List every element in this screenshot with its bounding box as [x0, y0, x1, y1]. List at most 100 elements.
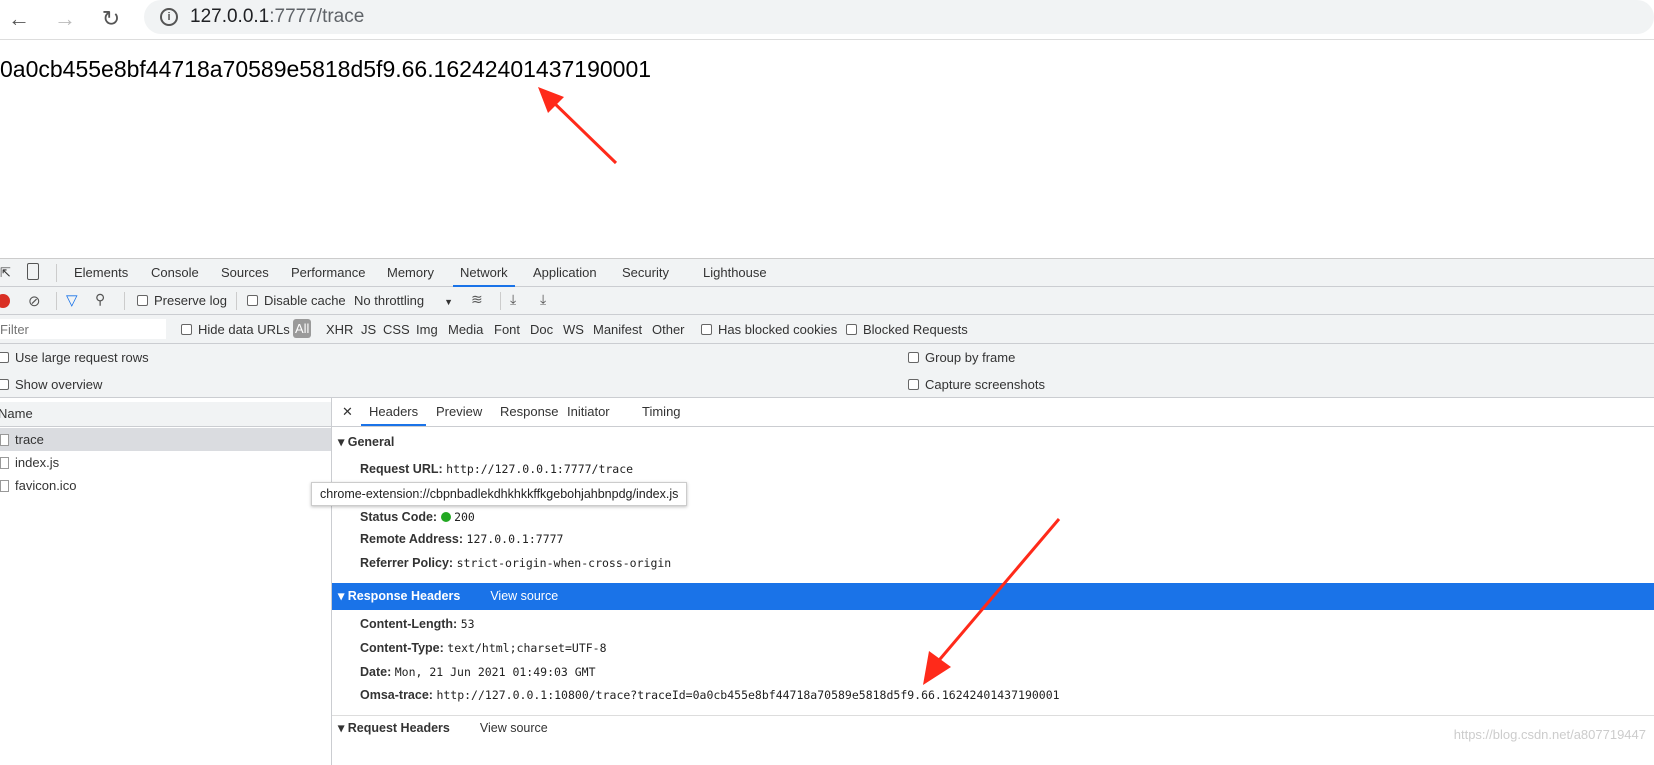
filter-type-xhr[interactable]: XHR [326, 322, 353, 337]
capture-screenshots-checkbox[interactable]: Capture screenshots [908, 377, 1045, 392]
search-icon[interactable]: ⚲ [95, 291, 105, 308]
large-rows-label: Use large request rows [15, 350, 149, 365]
response-headers-section-header[interactable]: ▾ Response Headers View source [332, 583, 1654, 610]
throttling-value: No throttling [354, 293, 425, 308]
blocked-requests-checkbox[interactable]: Blocked Requests [846, 322, 968, 337]
detail-tab-initiator[interactable]: Initiator [567, 398, 610, 426]
header-value: Mon, 21 Jun 2021 01:49:03 GMT [394, 665, 596, 679]
tab-application[interactable]: Application [533, 259, 597, 287]
tooltip: chrome-extension://cbpnbadlekdhkhkkffkge… [311, 482, 688, 506]
detail-tab-bar: ✕ Headers Preview Response Initiator Timing [332, 398, 1654, 427]
detail-tab-preview[interactable]: Preview [436, 398, 482, 426]
file-icon [0, 457, 9, 469]
address-bar[interactable]: i 127.0.0.1:7777/trace [144, 0, 1654, 34]
record-icon[interactable] [0, 294, 10, 308]
close-icon[interactable]: ✕ [342, 404, 353, 420]
tab-network[interactable]: Network [453, 259, 515, 287]
general-section-header[interactable]: ▾ General [338, 434, 1654, 449]
disable-cache-checkbox[interactable]: Disable cache [247, 293, 346, 308]
filter-type-all[interactable]: All [293, 319, 312, 338]
filter-type-css[interactable]: CSS [383, 322, 410, 337]
filter-input[interactable] [0, 319, 166, 339]
disable-cache-label: Disable cache [264, 293, 346, 308]
network-settings: Use large request rows Show overview Gro… [0, 344, 1654, 398]
capture-screenshots-label: Capture screenshots [925, 377, 1045, 392]
header-name: Referrer Policy: [360, 556, 454, 570]
filter-type-img[interactable]: Img [416, 322, 438, 337]
devtools-tab-bar: ⇱ Elements Console Sources Performance Memor… [0, 259, 1654, 287]
export-har-icon[interactable]: ⤓ [540, 291, 546, 308]
header-value: http://127.0.0.1:10800/trace?traceId=0a0… [436, 688, 1060, 702]
request-row[interactable]: index.js [0, 451, 331, 474]
request-list: Name trace index.js favicon.ico [0, 398, 332, 765]
device-toolbar-icon[interactable] [27, 263, 39, 280]
request-view-source-link[interactable]: View source [480, 721, 548, 735]
tab-memory[interactable]: Memory [387, 259, 434, 287]
file-icon [0, 434, 9, 446]
header-value: 53 [460, 617, 475, 631]
request-headers-title: Request Headers [347, 721, 450, 735]
detail-tab-headers[interactable]: Headers [361, 398, 427, 426]
filter-type-font[interactable]: Font [494, 322, 520, 337]
filter-type-ws[interactable]: WS [563, 322, 584, 337]
network-toolbar: ⊘ ▽ ⚲ Preserve log Disable cache No thro… [0, 287, 1654, 315]
tab-elements[interactable]: Elements [74, 259, 128, 287]
annotation-arrow-icon [538, 87, 618, 165]
filter-type-manifest[interactable]: Manifest [593, 322, 642, 337]
request-details: ✕ Headers Preview Response Initiator Timing … [332, 398, 1654, 765]
filter-type-doc[interactable]: Doc [530, 322, 553, 337]
blocked-requests-label: Blocked Requests [863, 322, 968, 337]
tab-lighthouse[interactable]: Lighthouse [703, 259, 767, 287]
detail-tab-timing[interactable]: Timing [642, 398, 681, 426]
preserve-log-label: Preserve log [154, 293, 227, 308]
import-har-icon[interactable]: ⤓ [510, 291, 516, 308]
general-header-row: Status Code: 200 [360, 510, 475, 524]
has-blocked-cookies-checkbox[interactable]: Has blocked cookies [701, 322, 837, 337]
tab-sources[interactable]: Sources [221, 259, 269, 287]
header-name: Status Code: [360, 510, 438, 524]
filter-type-js[interactable]: JS [361, 322, 376, 337]
filter-type-other[interactable]: Other [652, 322, 685, 337]
tab-console[interactable]: Console [151, 259, 199, 287]
tab-performance[interactable]: Performance [291, 259, 365, 287]
inspect-element-icon[interactable]: ⇱ [0, 265, 11, 281]
preserve-log-checkbox[interactable]: Preserve log [137, 293, 227, 308]
large-rows-checkbox[interactable]: Use large request rows [0, 350, 149, 365]
detail-tab-response[interactable]: Response [500, 398, 559, 426]
group-by-frame-label: Group by frame [925, 350, 1016, 365]
general-title: General [347, 435, 395, 449]
filter-icon[interactable]: ▽ [66, 291, 78, 309]
info-icon[interactable]: i [160, 8, 178, 26]
name-header-label: Name [0, 406, 33, 421]
group-by-frame-checkbox[interactable]: Group by frame [908, 350, 1015, 365]
url-text: 127.0.0.1:7777/trace [190, 6, 364, 28]
response-header-row: Content-Length: 53 [360, 617, 475, 631]
filter-type-media[interactable]: Media [448, 322, 483, 337]
name-column-header[interactable]: Name [0, 402, 331, 427]
header-value: 127.0.0.1:7777 [466, 532, 564, 546]
network-conditions-icon[interactable]: ≋ [471, 291, 483, 308]
request-row[interactable]: trace [0, 428, 331, 451]
forward-button[interactable]: → [50, 4, 80, 34]
request-row[interactable]: favicon.ico [0, 474, 331, 497]
reload-button[interactable]: ↻ [96, 4, 126, 34]
status-ok-icon [440, 512, 451, 522]
view-source-link[interactable]: View source [490, 589, 558, 603]
back-button[interactable]: ← [4, 4, 34, 34]
request-name: trace [15, 432, 44, 447]
header-name: Content-Length: [360, 617, 458, 631]
throttling-select[interactable]: No throttling ▼ [354, 293, 453, 308]
response-header-row: Date: Mon, 21 Jun 2021 01:49:03 GMT [360, 665, 596, 679]
response-header-row: Omsa-trace: http://127.0.0.1:10800/trace… [360, 688, 1060, 702]
header-name: Omsa-trace: [360, 688, 433, 702]
show-overview-label: Show overview [15, 377, 103, 392]
header-name: Remote Address: [360, 532, 464, 546]
clear-icon[interactable]: ⊘ [28, 292, 41, 310]
show-overview-checkbox[interactable]: Show overview [0, 377, 102, 392]
watermark: https://blog.csdn.net/a807719447 [1453, 727, 1646, 742]
tab-security[interactable]: Security [622, 259, 669, 287]
general-header-row: Request URL: http://127.0.0.1:7777/trace [360, 462, 633, 476]
header-value: strict-origin-when-cross-origin [456, 556, 672, 570]
header-value: text/html;charset=UTF-8 [447, 641, 607, 655]
hide-data-urls-checkbox[interactable]: Hide data URLs [181, 322, 290, 337]
